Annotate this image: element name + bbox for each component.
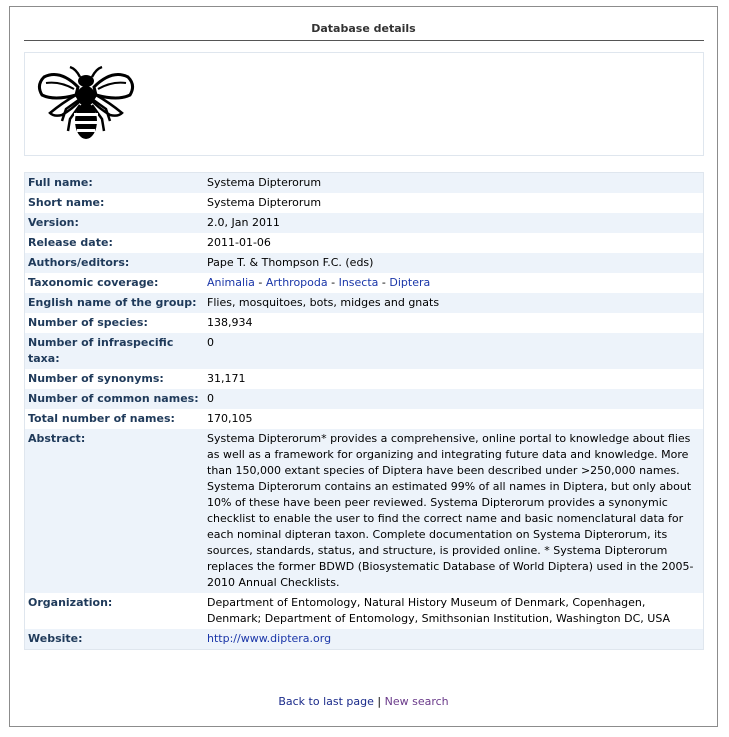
value-website: http://www.diptera.org: [204, 629, 704, 650]
row-taxonomic-coverage: Taxonomic coverage: Animalia - Arthropod…: [24, 273, 704, 293]
taxon-link-animalia[interactable]: Animalia: [207, 276, 255, 289]
row-full-name: Full name: Systema Dipterorum: [24, 172, 704, 193]
label-infraspecific-taxa: Number of infraspecific taxa:: [28, 336, 174, 365]
value-total-names: 170,105: [207, 412, 253, 425]
row-common-names: Number of common names: 0: [24, 389, 704, 409]
value-infraspecific-taxa: 0: [207, 336, 214, 349]
taxon-separator: -: [378, 276, 390, 289]
label-english-name: English name of the group:: [28, 296, 197, 309]
row-number-of-synonyms: Number of synonyms: 31,171: [24, 369, 704, 389]
row-abstract: Abstract: Systema Dipterorum* provides a…: [24, 429, 704, 593]
website-link[interactable]: http://www.diptera.org: [207, 632, 331, 645]
row-release-date: Release date: 2011-01-06: [24, 233, 704, 253]
logo-panel: [24, 52, 704, 156]
details-frame: Database details Full name: Systema Dipt…: [9, 6, 718, 727]
row-website: Website: http://www.diptera.org: [24, 629, 704, 650]
row-total-names: Total number of names: 170,105: [24, 409, 704, 429]
value-authors: Pape T. & Thompson F.C. (eds): [207, 256, 374, 269]
details-table: Full name: Systema Dipterorum Short name…: [24, 172, 704, 650]
taxon-link-diptera[interactable]: Diptera: [389, 276, 430, 289]
row-infraspecific-taxa: Number of infraspecific taxa: 0: [24, 333, 704, 369]
label-version: Version:: [28, 216, 79, 229]
value-taxonomic-coverage: Animalia - Arthropoda - Insecta - Dipter…: [204, 273, 704, 293]
label-common-names: Number of common names:: [28, 392, 199, 405]
label-organization: Organization:: [28, 596, 113, 609]
bee-icon: [37, 65, 135, 139]
label-number-of-species: Number of species:: [28, 316, 148, 329]
label-release-date: Release date:: [28, 236, 113, 249]
label-short-name: Short name:: [28, 196, 105, 209]
row-authors: Authors/editors: Pape T. & Thompson F.C.…: [24, 253, 704, 273]
value-organization: Department of Entomology, Natural Histor…: [207, 596, 671, 625]
taxon-separator: -: [254, 276, 266, 289]
title-divider: [24, 40, 704, 41]
value-version: 2.0, Jan 2011: [207, 216, 280, 229]
row-version: Version: 2.0, Jan 2011: [24, 213, 704, 233]
taxon-link-arthropoda[interactable]: Arthropoda: [266, 276, 328, 289]
page-title: Database details: [311, 22, 416, 35]
row-number-of-species: Number of species: 138,934: [24, 313, 704, 333]
footer-separator: |: [377, 695, 382, 708]
footer-nav: Back to last page | New search: [10, 695, 717, 708]
label-website: Website:: [28, 632, 83, 645]
label-abstract: Abstract:: [28, 432, 86, 445]
new-search-link[interactable]: New search: [385, 695, 449, 708]
value-full-name: Systema Dipterorum: [207, 176, 322, 189]
taxon-link-insecta[interactable]: Insecta: [339, 276, 379, 289]
label-full-name: Full name:: [28, 176, 93, 189]
label-number-of-synonyms: Number of synonyms:: [28, 372, 164, 385]
row-english-name: English name of the group: Flies, mosqui…: [24, 293, 704, 313]
value-number-of-species: 138,934: [207, 316, 253, 329]
taxon-separator: -: [327, 276, 339, 289]
value-abstract: Systema Dipterorum* provides a comprehen…: [207, 432, 694, 589]
label-taxonomic-coverage: Taxonomic coverage:: [28, 276, 159, 289]
label-authors: Authors/editors:: [28, 256, 130, 269]
value-english-name: Flies, mosquitoes, bots, midges and gnat…: [207, 296, 440, 309]
value-release-date: 2011-01-06: [207, 236, 271, 249]
row-organization: Organization: Department of Entomology, …: [24, 593, 704, 629]
row-short-name: Short name: Systema Dipterorum: [24, 193, 704, 213]
value-common-names: 0: [207, 392, 214, 405]
value-short-name: Systema Dipterorum: [207, 196, 322, 209]
label-total-names: Total number of names:: [28, 412, 175, 425]
back-to-last-page-link[interactable]: Back to last page: [278, 695, 374, 708]
value-number-of-synonyms: 31,171: [207, 372, 246, 385]
